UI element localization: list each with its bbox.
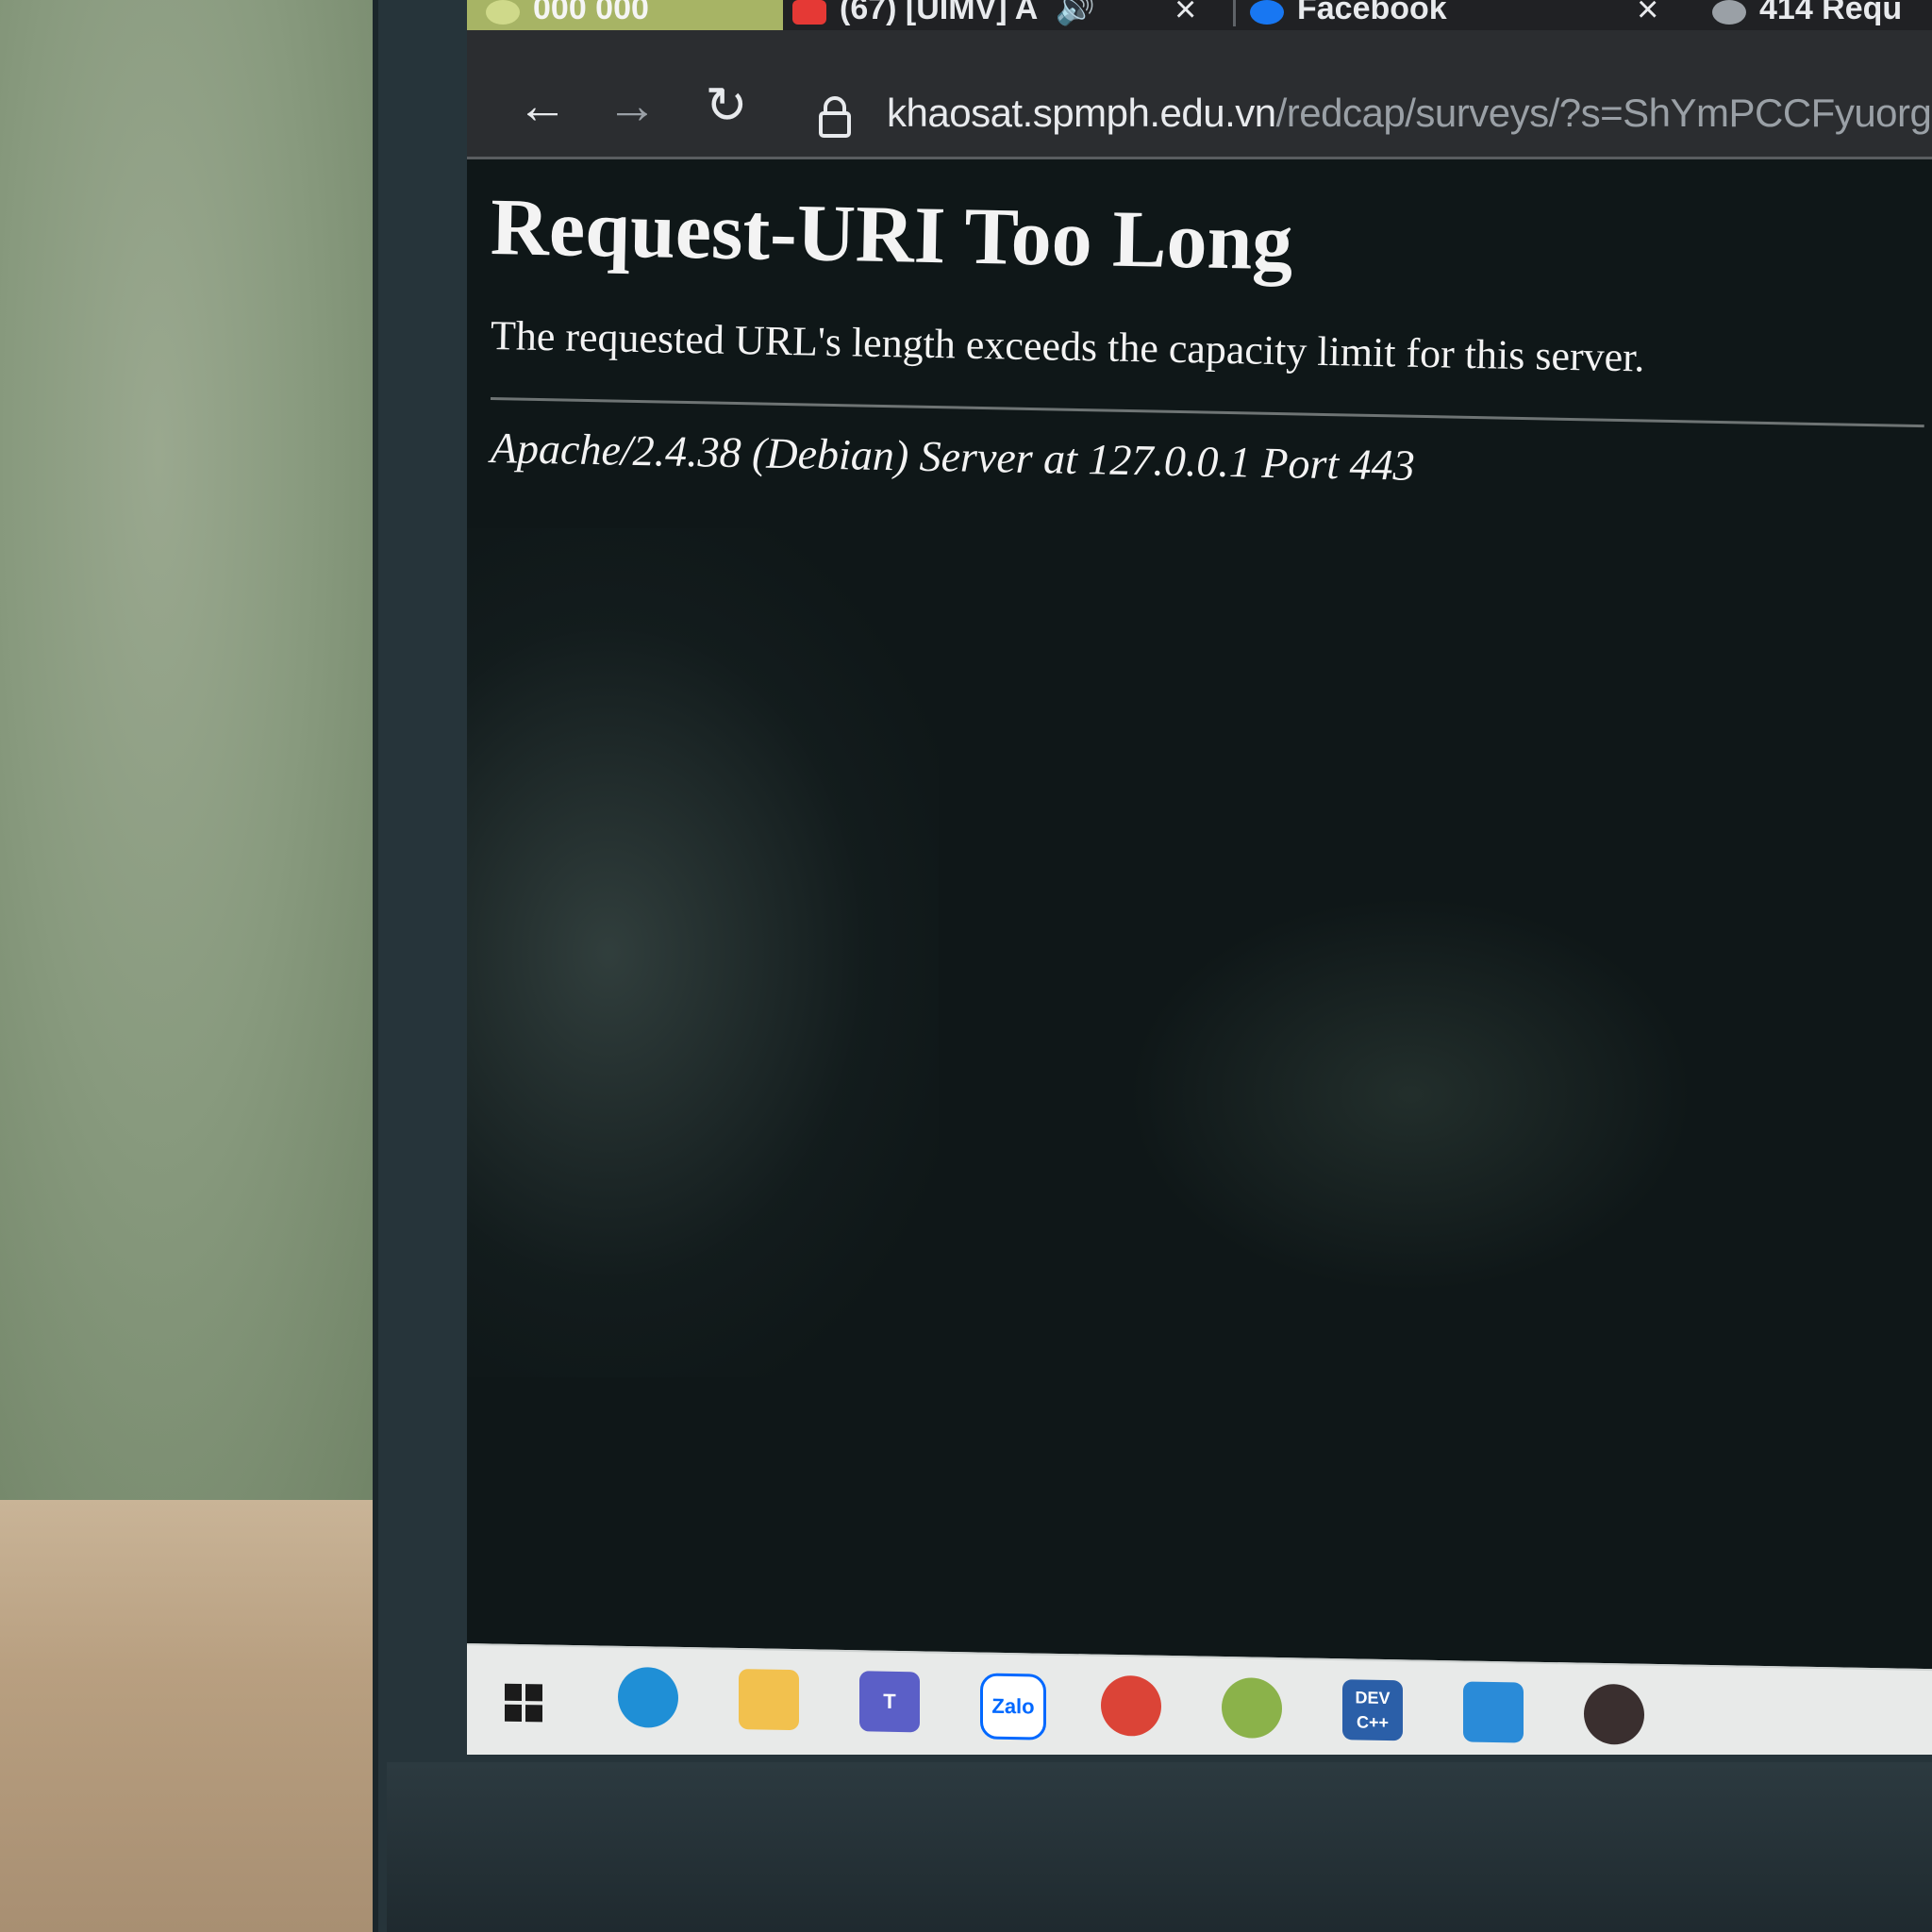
tab-label: (67) [UIMV] A <box>840 0 1038 26</box>
page-title: Request-URI Too Long <box>490 181 1294 288</box>
dev-cpp-icon[interactable]: DEV C++ <box>1342 1679 1403 1741</box>
lock-icon[interactable] <box>818 96 852 138</box>
monitor-bezel-bottom <box>387 1762 1932 1932</box>
forward-button[interactable]: → <box>604 77 660 134</box>
photos-icon[interactable] <box>1463 1681 1524 1743</box>
youtube-icon <box>792 0 826 25</box>
address-bar[interactable]: khaosat.spmph.edu.vn/redcap/surveys/?s=S… <box>887 91 1932 136</box>
tab-strip: 000 000 (67) [UIMV] A 🔊 × Facebook × 414… <box>467 0 1932 30</box>
background-wall <box>0 0 396 1509</box>
tab-label: 000 000 <box>533 0 649 26</box>
teams-icon[interactable]: T <box>859 1671 920 1733</box>
chrome-profile-icon[interactable] <box>1222 1676 1282 1740</box>
tab-label: Facebook <box>1297 0 1447 26</box>
facebook-icon <box>1250 0 1284 25</box>
tab-label: 414 Requ <box>1759 0 1903 26</box>
media-player-icon[interactable] <box>1584 1683 1644 1745</box>
tab-4[interactable]: 414 Requ <box>1712 0 1932 30</box>
divider <box>490 397 1924 428</box>
background-desk <box>0 1500 396 1932</box>
tab-1[interactable]: 000 000 <box>467 0 783 30</box>
tab-close-button[interactable]: × <box>1174 0 1196 28</box>
screen: 000 000 (67) [UIMV] A 🔊 × Facebook × 414… <box>467 0 1932 1755</box>
error-page: Request-URI Too Long The requested URL's… <box>490 179 1924 490</box>
back-button[interactable]: ← <box>514 77 571 134</box>
windows-start-icon[interactable] <box>505 1683 542 1723</box>
edge-icon[interactable] <box>618 1666 678 1728</box>
screen-reflection <box>467 528 939 1377</box>
screen-reflection-2 <box>1127 896 1693 1292</box>
file-explorer-icon[interactable] <box>739 1669 799 1731</box>
tab-separator <box>1233 0 1236 26</box>
error-message: The requested URL's length exceeds the c… <box>490 312 1645 381</box>
browser-toolbar: ← → ↻ khaosat.spmph.edu.vn/redcap/survey… <box>467 30 1932 159</box>
zalo-icon[interactable]: Zalo <box>980 1673 1046 1740</box>
reload-button[interactable]: ↻ <box>698 77 755 134</box>
tab-2[interactable]: (67) [UIMV] A 🔊 <box>792 0 1160 30</box>
globe-icon <box>1712 0 1746 25</box>
chrome-icon[interactable] <box>1101 1674 1161 1737</box>
url-path: /redcap/surveys/?s=ShYmPCCFyuorgrCs& <box>1275 91 1932 135</box>
green-tab-icon <box>486 0 520 25</box>
tab-3[interactable]: Facebook <box>1250 0 1590 30</box>
taskbar: T Zalo DEV C++ <box>467 1643 1932 1755</box>
audio-icon: 🔊 <box>1055 0 1095 26</box>
tab-close-button[interactable]: × <box>1637 0 1658 28</box>
server-signature: Apache/2.4.38 (Debian) Server at 127.0.0… <box>490 424 1416 490</box>
url-host: khaosat.spmph.edu.vn <box>887 91 1276 135</box>
